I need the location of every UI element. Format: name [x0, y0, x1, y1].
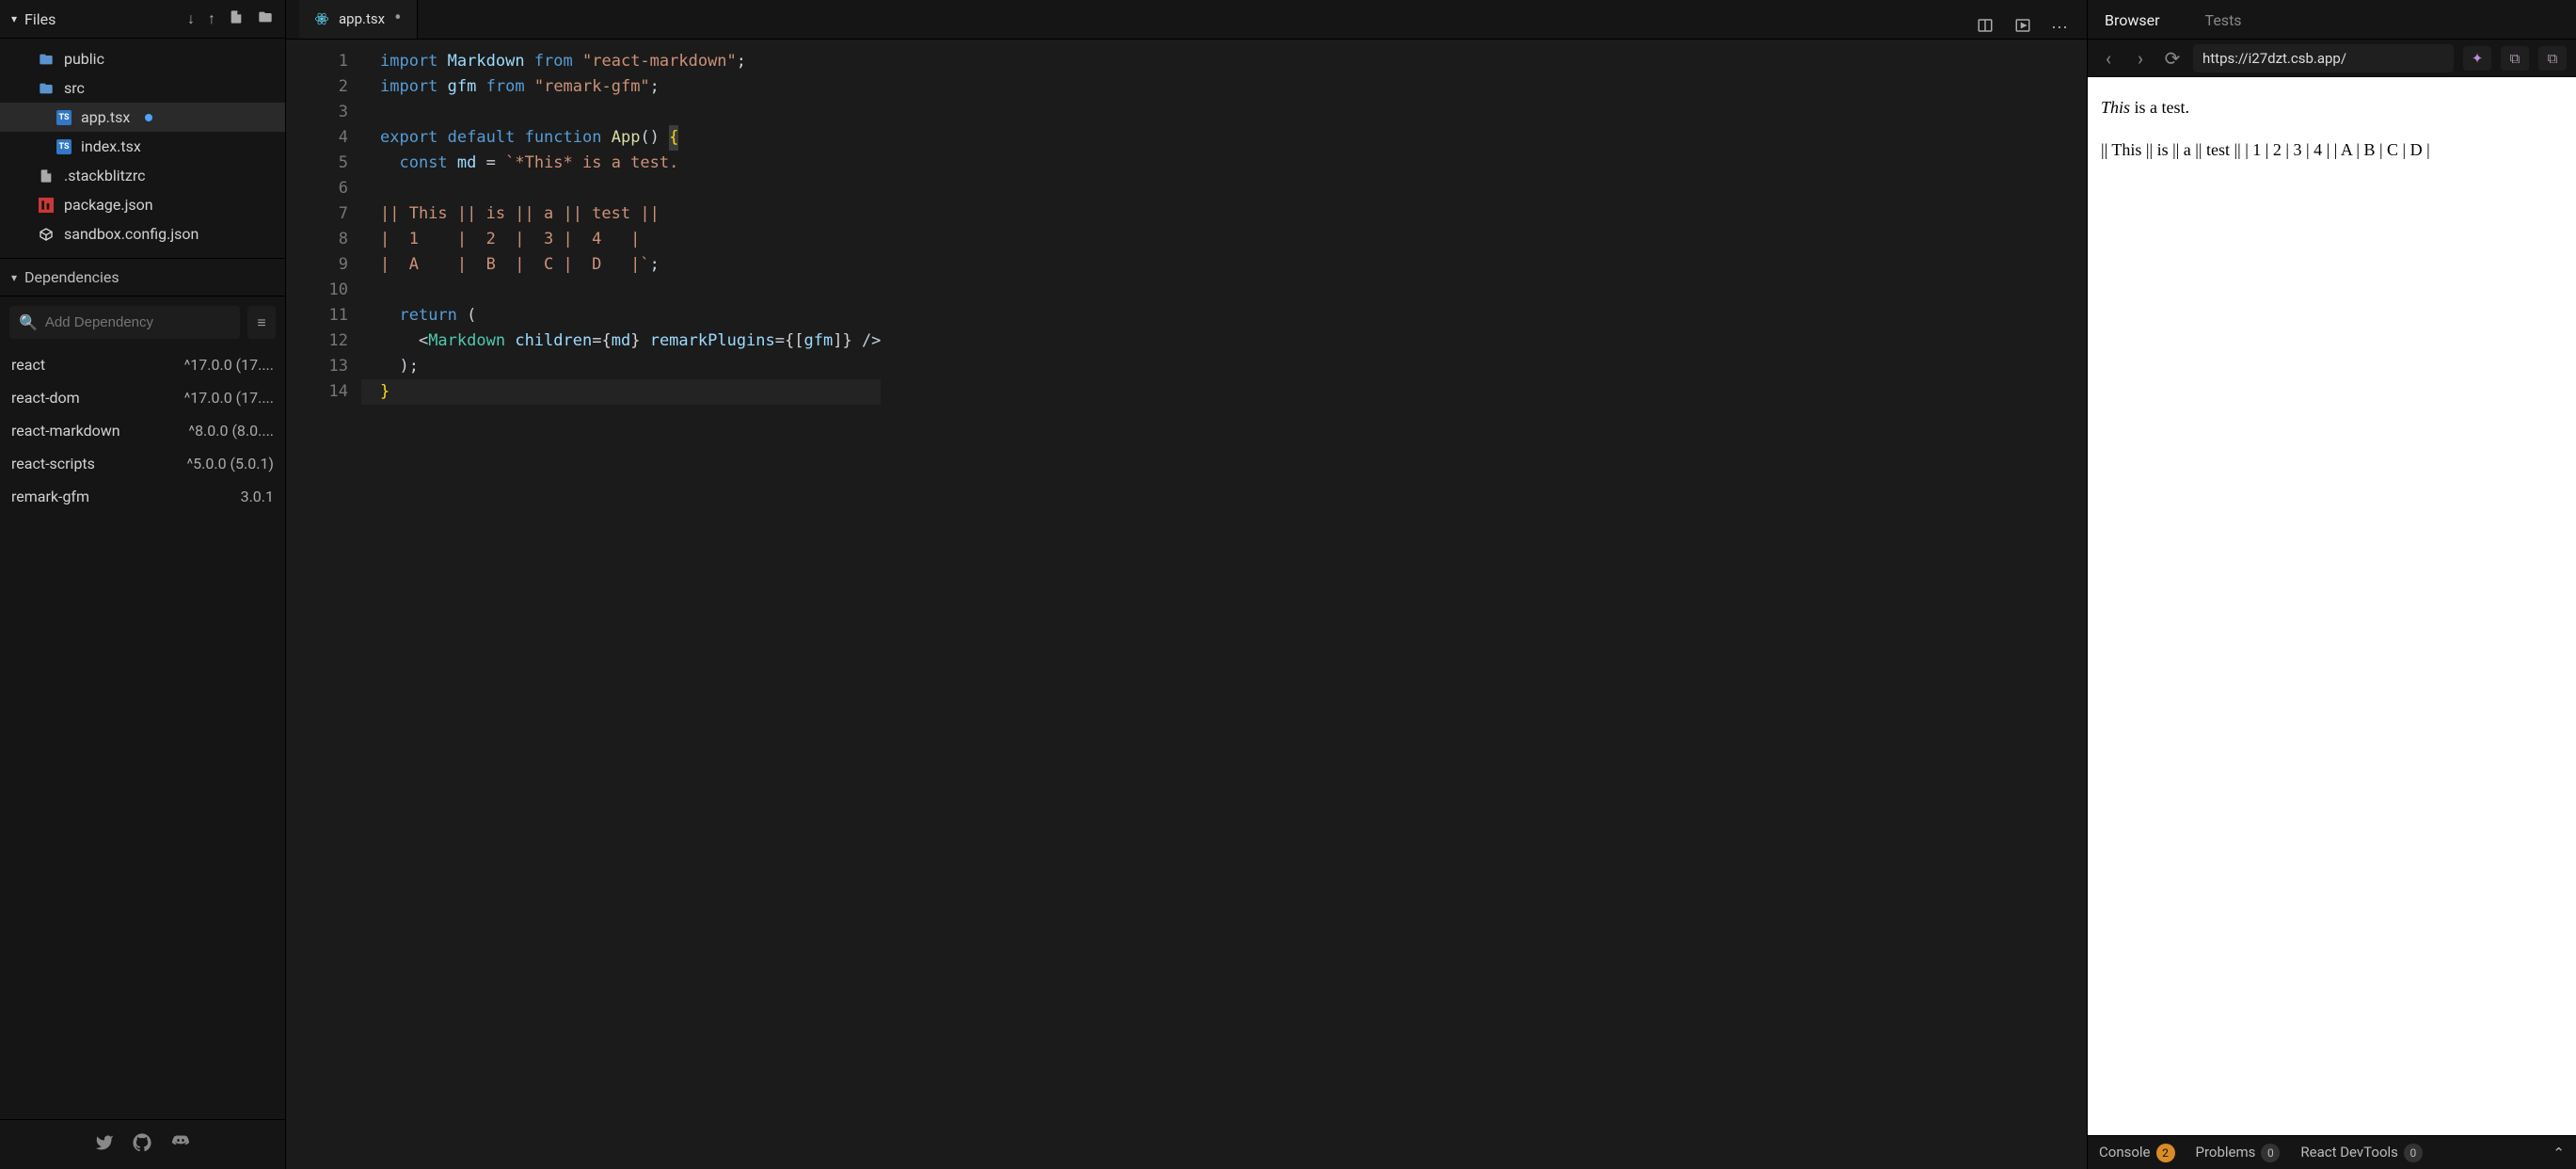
deps-title: Dependencies [24, 268, 119, 286]
code-lines: import Markdown from "react-markdown"; i… [361, 49, 881, 1169]
download-icon[interactable]: ↓ [187, 9, 195, 28]
browser-viewport: This is a test. || This || is || a || te… [2088, 77, 2576, 1135]
rendered-text: is a test. [2130, 98, 2189, 117]
typescript-icon: TS [56, 110, 72, 125]
rendered-italic: This [2101, 98, 2130, 117]
tree-label: index.tsx [81, 137, 141, 155]
github-icon[interactable] [133, 1133, 151, 1156]
dep-row[interactable]: react-scripts ^5.0.0 (5.0.1) [0, 447, 285, 480]
url-bar[interactable]: https://i27dzt.csb.app/ [2193, 44, 2454, 72]
editor-tab-app-tsx[interactable]: app.tsx • [299, 0, 418, 39]
devtools-icon[interactable]: ✦ [2463, 46, 2491, 71]
line-gutter: 1234567891011121314 [314, 49, 361, 1169]
files-collapse-icon[interactable]: ▾ [11, 12, 17, 25]
dep-name: react-markdown [11, 422, 120, 440]
file-icon [38, 168, 55, 184]
tree-file-sandbox-config[interactable]: sandbox.config.json [0, 219, 285, 248]
dependency-menu-button[interactable]: ≡ [247, 306, 276, 339]
code-editor[interactable]: 1234567891011121314 import Markdown from… [286, 40, 2087, 1169]
preview-pane: Browser Tests ‹ › ⟳ https://i27dzt.csb.a… [2087, 0, 2576, 1169]
config-icon [38, 226, 55, 243]
folder-open-icon [38, 80, 55, 97]
tree-file-index-tsx[interactable]: TS index.tsx [0, 132, 285, 161]
dependency-list: react ^17.0.0 (17.... react-dom ^17.0.0 (1… [0, 348, 285, 1119]
bottom-tab-devtools[interactable]: React DevTools 0 [2300, 1144, 2423, 1162]
preview-icon[interactable] [2013, 17, 2032, 39]
split-editor-icon[interactable] [1976, 17, 1995, 39]
tree-file-stackblitzrc[interactable]: .stackblitzrc [0, 161, 285, 190]
npm-icon [38, 197, 55, 214]
search-icon: 🔍 [19, 313, 38, 331]
collapse-panel-icon[interactable]: ⌃ [2552, 1145, 2565, 1161]
tree-label: sandbox.config.json [64, 225, 199, 243]
dep-name: remark-gfm [11, 488, 89, 505]
dep-row[interactable]: react-markdown ^8.0.0 (8.0.... [0, 414, 285, 447]
dep-row[interactable]: react ^17.0.0 (17.... [0, 348, 285, 381]
dep-row[interactable]: remark-gfm 3.0.1 [0, 480, 285, 513]
open-external-icon[interactable]: ⧉ [2538, 46, 2567, 71]
dep-version: ^17.0.0 (17.... [184, 356, 274, 374]
tree-label: app.tsx [81, 108, 130, 126]
dep-version: ^17.0.0 (17.... [184, 389, 274, 407]
problems-badge: 0 [2261, 1144, 2280, 1162]
dep-version: ^5.0.0 (5.0.1) [186, 455, 274, 472]
twitter-icon[interactable] [95, 1133, 114, 1156]
bottom-tab-problems[interactable]: Problems 0 [2196, 1144, 2281, 1162]
btab-label: Console [2099, 1144, 2151, 1161]
bottom-tab-console[interactable]: Console 2 [2099, 1144, 2175, 1162]
nav-back-icon[interactable]: ‹ [2097, 47, 2120, 70]
tab-browser[interactable]: Browser [2095, 0, 2170, 39]
tree-label: src [64, 79, 85, 97]
nav-forward-icon[interactable]: › [2129, 47, 2152, 70]
rendered-paragraph-1: This is a test. [2101, 94, 2563, 121]
tree-file-app-tsx[interactable]: TS app.tsx [0, 103, 285, 132]
rendered-paragraph-2: || This || is || a || test || | 1 | 2 | … [2101, 136, 2563, 164]
unsaved-dot-icon [145, 114, 152, 121]
tab-label: app.tsx [339, 10, 385, 27]
dep-version: 3.0.1 [241, 488, 274, 505]
files-title: Files [24, 10, 187, 28]
dep-version: ^8.0.0 (8.0.... [188, 422, 274, 440]
tab-tests[interactable]: Tests [2196, 0, 2251, 39]
new-folder-icon[interactable] [257, 9, 274, 28]
folder-icon [38, 51, 55, 68]
dep-name: react [11, 356, 45, 374]
btab-label: React DevTools [2300, 1144, 2398, 1161]
more-icon[interactable]: ⋯ [2051, 18, 2068, 38]
dep-name: react-scripts [11, 455, 95, 472]
devtools-badge: 0 [2404, 1144, 2423, 1162]
typescript-icon: TS [56, 139, 72, 154]
btab-label: Problems [2196, 1144, 2256, 1161]
sidebar: ▾ Files ↓ ↑ public src TS app.tsx TS [0, 0, 286, 1169]
dep-row[interactable]: react-dom ^17.0.0 (17.... [0, 381, 285, 414]
react-icon [314, 11, 329, 26]
copy-icon[interactable]: ⧉ [2501, 46, 2529, 71]
tree-label: public [64, 50, 104, 68]
tree-folder-public[interactable]: public [0, 44, 285, 73]
tree-folder-src[interactable]: src [0, 73, 285, 103]
dependency-input[interactable] [45, 314, 231, 330]
tree-label: .stackblitzrc [64, 167, 145, 184]
upload-icon[interactable]: ↑ [208, 9, 215, 28]
editor-pane: app.tsx • ⋯ 1234567891011121314 import M… [286, 0, 2087, 1169]
reload-icon[interactable]: ⟳ [2161, 47, 2184, 70]
tree-label: package.json [64, 196, 153, 214]
discord-icon[interactable] [170, 1133, 191, 1156]
deps-collapse-icon[interactable]: ▾ [11, 271, 17, 284]
file-tree: public src TS app.tsx TS index.tsx .stac… [0, 39, 285, 258]
dep-name: react-dom [11, 389, 80, 407]
new-file-icon[interactable] [229, 9, 244, 28]
dependency-search[interactable]: 🔍 [9, 306, 240, 339]
console-badge: 2 [2156, 1144, 2175, 1162]
tree-file-package-json[interactable]: package.json [0, 190, 285, 219]
